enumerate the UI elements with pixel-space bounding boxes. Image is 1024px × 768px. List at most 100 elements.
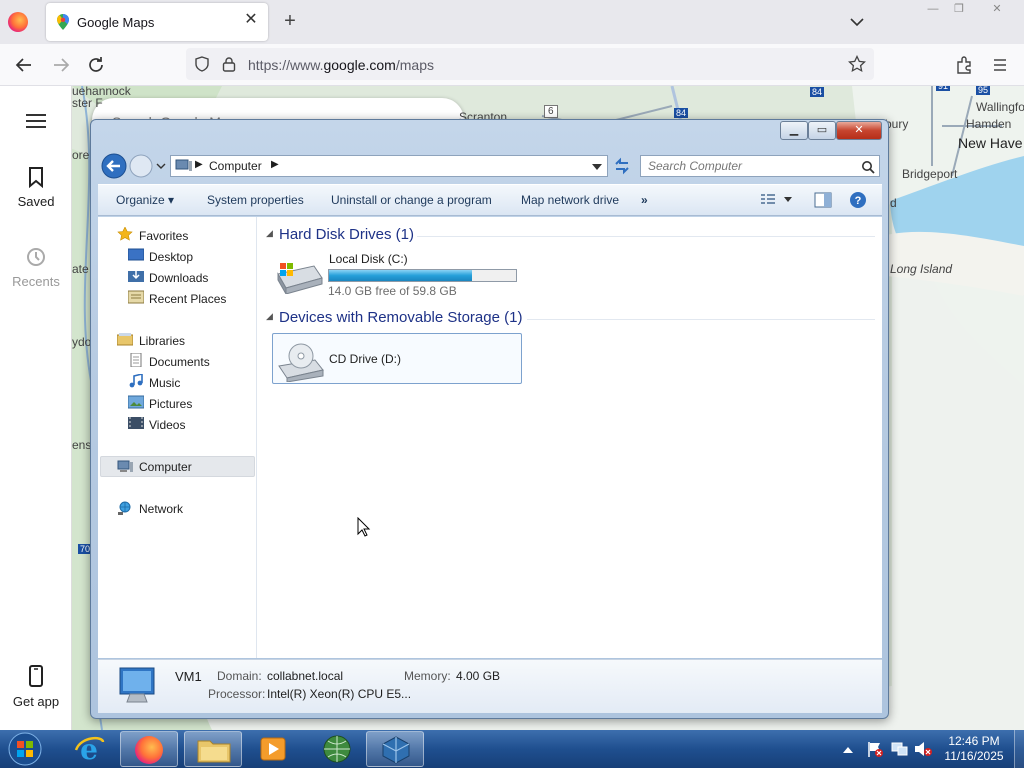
explorer-minimize-button[interactable]: ▁ xyxy=(780,121,808,140)
nav-recent-places[interactable]: Recent Places xyxy=(149,292,226,306)
nav-downloads[interactable]: Downloads xyxy=(149,271,208,285)
memory-value: 4.00 GB xyxy=(456,669,501,683)
disk-usage-fill xyxy=(329,270,473,281)
chevron-down-icon[interactable] xyxy=(784,197,792,203)
network-status-icon[interactable] xyxy=(890,740,908,758)
firefox-taskbar-button[interactable] xyxy=(120,731,178,767)
back-icon[interactable] xyxy=(13,54,35,76)
collapse-group-icon[interactable]: ◢ xyxy=(266,228,273,239)
tab-google-maps[interactable]: Google Maps ✕ xyxy=(46,3,268,41)
drive-cd[interactable]: CD Drive (D:) xyxy=(272,333,522,384)
saved-button[interactable]: Saved xyxy=(0,166,72,209)
uninstall-program-button[interactable]: Uninstall or change a program xyxy=(331,193,492,207)
map-label: Hamden xyxy=(966,117,1012,131)
local-disk-name: Local Disk (C:) xyxy=(329,252,408,266)
hard-disk-icon xyxy=(277,263,323,294)
route-shield: 6 xyxy=(544,105,558,118)
group-removable-storage[interactable]: Devices with Removable Storage (1) xyxy=(279,309,522,326)
search-icon[interactable] xyxy=(861,160,875,174)
chevron-down-icon[interactable] xyxy=(848,13,866,31)
details-pane: VM1 Domain: collabnet.local Memory: 4.00… xyxy=(98,659,882,713)
show-hidden-icons-icon[interactable] xyxy=(843,745,853,753)
clock-date: 11/16/2025 xyxy=(944,749,1004,763)
url-bar[interactable]: https://www.google.com/maps xyxy=(186,48,874,80)
breadcrumb-computer[interactable]: Computer xyxy=(209,159,262,173)
bookmark-star-icon[interactable] xyxy=(848,55,866,73)
map-label: ster F xyxy=(72,96,103,110)
map-label: Wallingfo xyxy=(976,100,1024,114)
nav-pictures[interactable]: Pictures xyxy=(149,397,192,411)
nav-videos[interactable]: Videos xyxy=(149,418,185,432)
collapse-group-icon[interactable]: ◢ xyxy=(266,311,273,322)
explorer-close-button[interactable]: ✕ xyxy=(836,121,882,140)
nav-network[interactable]: Network xyxy=(139,502,183,516)
extensions-icon[interactable] xyxy=(953,54,975,76)
hamburger-icon[interactable] xyxy=(24,112,48,130)
media-player-taskbar-button[interactable] xyxy=(244,731,302,767)
folder-icon xyxy=(197,740,231,763)
history-icon xyxy=(27,248,45,266)
media-player-icon xyxy=(260,737,286,761)
computer-icon xyxy=(117,460,133,472)
start-orb-icon[interactable] xyxy=(6,731,44,767)
recents-button[interactable]: Recents xyxy=(0,246,72,289)
nav-computer[interactable]: Computer xyxy=(139,460,192,474)
address-bar[interactable]: ▶ Computer ▶ xyxy=(170,155,608,177)
menu-icon[interactable] xyxy=(989,54,1011,76)
desktop-icon xyxy=(128,248,144,261)
help-icon[interactable]: ? xyxy=(849,191,867,209)
action-center-flag-icon[interactable] xyxy=(866,740,884,758)
documents-icon xyxy=(130,353,142,367)
close-button[interactable]: ✕ xyxy=(986,2,1008,16)
view-options-icon[interactable] xyxy=(760,193,776,207)
restore-button[interactable]: ❐ xyxy=(948,2,970,16)
refresh-icon[interactable] xyxy=(612,157,632,175)
recent-places-icon xyxy=(128,290,144,304)
virtualbox-taskbar-button[interactable] xyxy=(366,731,424,767)
search-input[interactable]: Search Computer xyxy=(640,155,880,177)
memory-label: Memory: xyxy=(404,669,451,683)
reload-icon[interactable] xyxy=(85,54,107,76)
map-network-drive-button[interactable]: Map network drive xyxy=(521,193,619,207)
browser-tab-bar: Google Maps ✕ + — ❐ ✕ xyxy=(0,0,1024,44)
shield-icon[interactable] xyxy=(194,56,210,72)
internet-explorer-taskbar-button[interactable]: e xyxy=(60,731,118,767)
new-tab-button[interactable]: + xyxy=(279,10,301,32)
get-app-button[interactable]: Get app xyxy=(0,664,72,709)
volume-muted-icon[interactable] xyxy=(913,740,933,758)
more-commands-button[interactable]: » xyxy=(641,193,648,207)
route-shield: 84 xyxy=(674,108,689,118)
organize-button[interactable]: Organize ▾ xyxy=(116,193,174,207)
get-app-label: Get app xyxy=(12,694,60,709)
back-icon[interactable] xyxy=(100,152,128,180)
breadcrumb-separator-icon[interactable]: ▶ xyxy=(271,159,279,170)
network-app-taskbar-button[interactable] xyxy=(308,731,366,767)
lock-icon[interactable] xyxy=(222,56,236,72)
computer-name: VM1 xyxy=(175,669,202,684)
virtualbox-icon xyxy=(382,736,410,764)
forward-icon[interactable] xyxy=(50,54,72,76)
minimize-button[interactable]: — xyxy=(922,2,944,16)
system-properties-button[interactable]: System properties xyxy=(207,193,304,207)
nav-desktop[interactable]: Desktop xyxy=(149,250,193,264)
nav-libraries[interactable]: Libraries xyxy=(139,334,185,348)
nav-music[interactable]: Music xyxy=(149,376,180,390)
show-desktop-button[interactable] xyxy=(1014,730,1024,768)
saved-label: Saved xyxy=(17,194,55,209)
drive-local-disk[interactable]: Local Disk (C:) 14.0 GB free of 59.8 GB xyxy=(272,250,522,298)
recent-pages-chevron-icon[interactable] xyxy=(156,163,166,169)
tab-close-icon[interactable]: ✕ xyxy=(242,11,260,29)
system-clock[interactable]: 12:46 PM 11/16/2025 xyxy=(936,734,1012,764)
chevron-down-icon[interactable] xyxy=(592,164,602,170)
nav-favorites[interactable]: Favorites xyxy=(139,229,188,243)
command-bar: Organize ▾ System properties Uninstall o… xyxy=(98,184,882,216)
nav-documents[interactable]: Documents xyxy=(149,355,210,369)
windows-explorer-taskbar-button[interactable] xyxy=(184,731,242,767)
explorer-maximize-button[interactable]: ▭ xyxy=(808,121,836,140)
forward-icon[interactable] xyxy=(128,154,154,178)
firefox-icon[interactable] xyxy=(8,12,28,32)
route-shield: 95 xyxy=(976,86,991,95)
map-label: ens xyxy=(72,438,92,452)
preview-pane-icon[interactable] xyxy=(814,192,832,208)
group-hard-disk-drives[interactable]: Hard Disk Drives (1) xyxy=(279,226,414,243)
